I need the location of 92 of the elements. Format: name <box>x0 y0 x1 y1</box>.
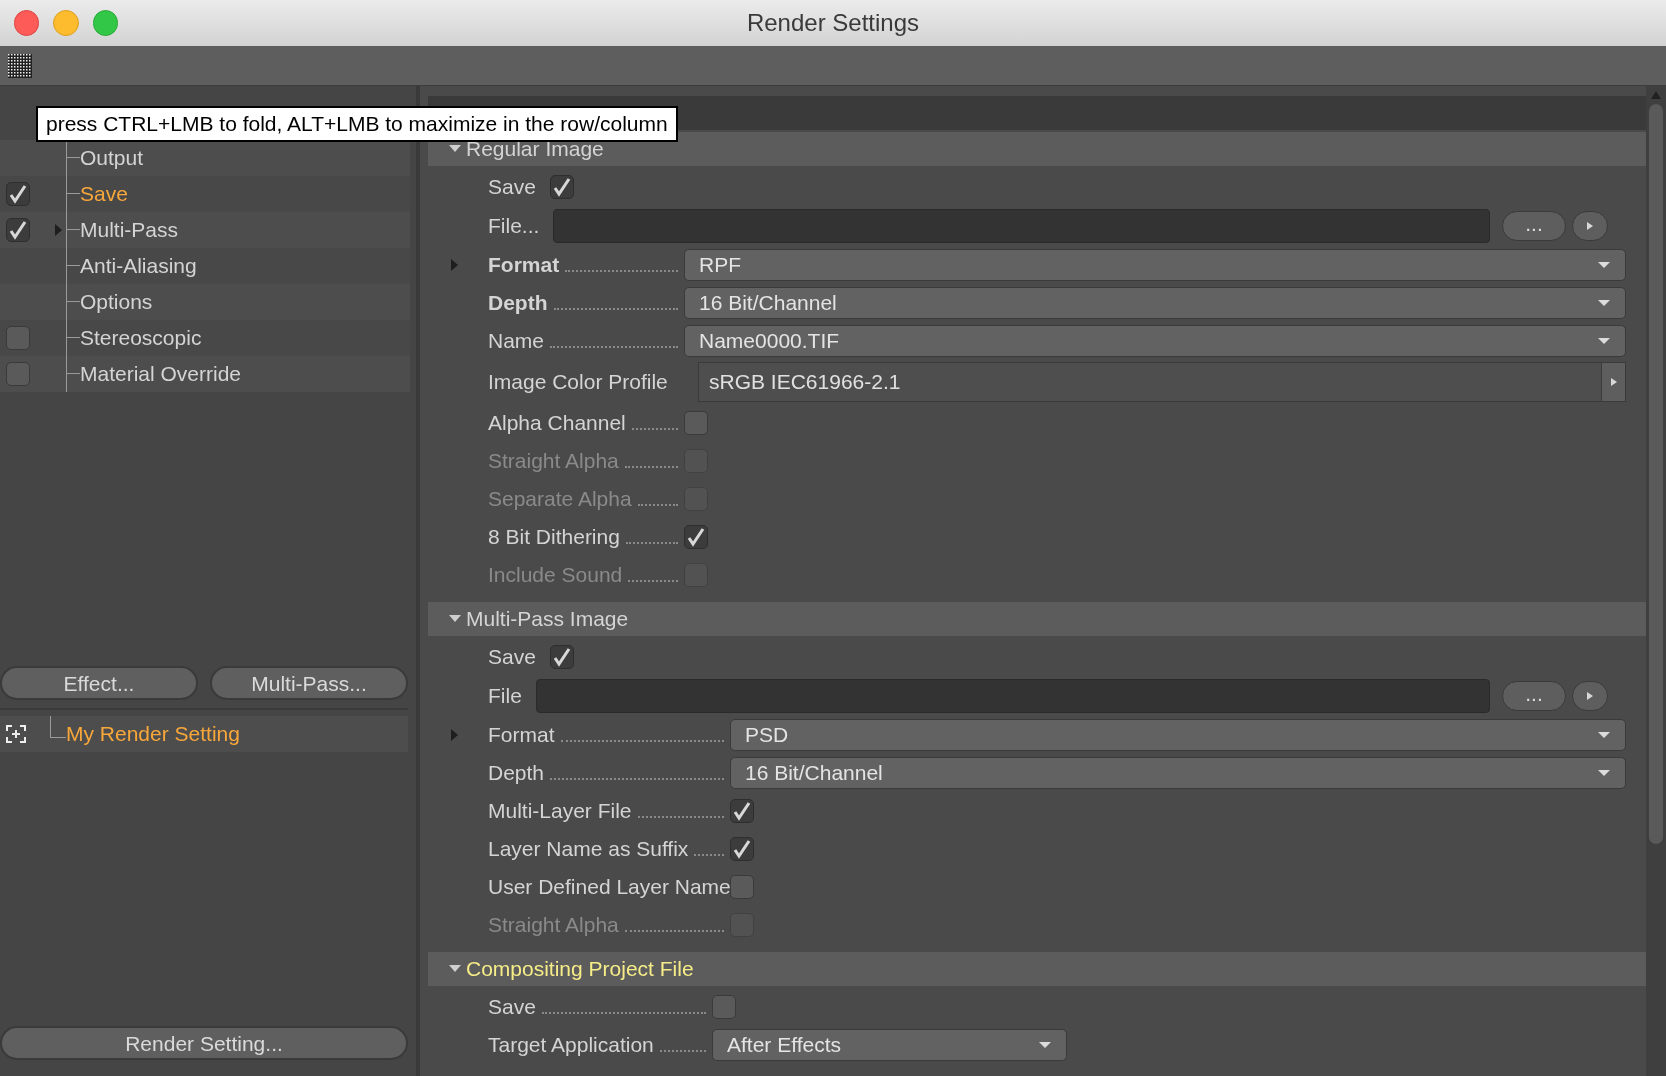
dropdown-arrow-icon <box>1597 731 1611 739</box>
section-title: Multi-Pass Image <box>466 606 629 633</box>
setting-label: File <box>488 683 522 710</box>
file-path-field[interactable] <box>535 679 1490 713</box>
scrollbar[interactable] <box>1646 86 1666 1076</box>
checkbox[interactable] <box>549 175 574 199</box>
setting-label: Depth <box>488 760 545 787</box>
scroll-up-icon[interactable] <box>1650 90 1662 100</box>
setting-label: Format <box>488 252 560 279</box>
expand-icon[interactable] <box>450 258 460 272</box>
collapse-icon[interactable] <box>448 144 462 154</box>
window-title: Render Settings <box>746 8 920 38</box>
zoom-button[interactable] <box>92 10 118 36</box>
profile-field[interactable]: sRGB IEC61966-2.1 <box>698 362 1626 402</box>
file-path-field[interactable] <box>553 209 1490 243</box>
setting-label: Save <box>488 174 536 201</box>
setting-label: Save <box>488 644 536 671</box>
setting-label: Target Application <box>488 1032 654 1059</box>
setting-label: Include Sound <box>488 562 623 589</box>
setting-label: Save <box>488 994 536 1021</box>
setting-label: Alpha Channel <box>488 410 626 437</box>
dropdown-arrow-icon <box>1597 769 1611 777</box>
checkbox[interactable] <box>6 326 30 350</box>
play-arrow-icon <box>1586 221 1594 231</box>
setting-label: Multi-Layer File <box>488 798 632 825</box>
panel-button[interactable]: Effect... <box>0 666 198 700</box>
setting-label: Separate Alpha <box>488 486 632 513</box>
checkbox[interactable] <box>684 525 708 549</box>
tree-item-label[interactable]: Anti-Aliasing <box>80 250 197 282</box>
arrow-button[interactable] <box>1572 211 1608 241</box>
arrow-button[interactable] <box>1572 681 1608 711</box>
render-setting-button[interactable]: Render Setting... <box>0 1026 408 1060</box>
dropdown[interactable]: 16 Bit/Channel <box>684 287 1626 319</box>
browse-button[interactable]: ... <box>1502 681 1566 711</box>
dropdown[interactable]: RPF <box>684 249 1626 281</box>
section-header[interactable]: Compositing Project File <box>428 952 1646 986</box>
setting-label: Image Color Profile <box>488 369 669 396</box>
grid-icon[interactable] <box>8 53 32 78</box>
setting-label: User Defined Layer Name <box>488 874 731 901</box>
browse-button[interactable]: ... <box>1502 211 1566 241</box>
tree-item-label[interactable]: Stereoscopic <box>80 322 202 354</box>
checkbox[interactable] <box>6 218 30 242</box>
collapse-icon[interactable] <box>448 614 462 624</box>
setting-label: Depth <box>488 290 548 317</box>
setting-row[interactable]: My Render Setting <box>0 716 408 752</box>
setting-label: 8 Bit Dithering <box>488 524 620 551</box>
dropdown-arrow-icon <box>1038 1041 1052 1049</box>
tree-row[interactable]: Output <box>0 140 410 176</box>
checkbox[interactable] <box>712 995 736 1019</box>
setting-label: Format <box>488 722 555 749</box>
setting-label: Name <box>488 328 545 355</box>
dropdown[interactable]: PSD <box>730 719 1626 751</box>
tree-item-label[interactable]: Material Override <box>80 358 242 390</box>
setting-label: Layer Name as Suffix <box>488 836 689 863</box>
checkbox[interactable] <box>6 362 30 386</box>
checkbox[interactable] <box>549 645 574 669</box>
checkbox[interactable] <box>6 182 30 206</box>
play-arrow-icon <box>1609 377 1618 387</box>
setting-label: Straight Alpha <box>488 448 619 475</box>
dropdown-arrow-icon <box>1597 299 1611 307</box>
setting-item-label[interactable]: My Render Setting <box>66 718 240 750</box>
close-button[interactable] <box>14 10 40 36</box>
tree-item-label[interactable]: Multi-Pass <box>80 214 179 246</box>
checkbox[interactable] <box>730 799 754 823</box>
tree-row[interactable]: Options <box>0 284 410 320</box>
expand-icon[interactable] <box>450 728 460 742</box>
dropdown[interactable]: Name0000.TIF <box>684 325 1626 357</box>
checkbox[interactable] <box>730 875 754 899</box>
collapse-icon[interactable] <box>448 964 462 974</box>
expand-icon[interactable] <box>54 223 64 237</box>
setting-label: Straight Alpha <box>488 912 619 939</box>
tree-item-label[interactable]: Output <box>80 142 144 174</box>
section-title: Compositing Project File <box>466 956 694 983</box>
tree-item-label[interactable]: Options <box>80 286 153 318</box>
checkbox[interactable] <box>684 411 708 435</box>
minimize-button[interactable] <box>53 10 79 36</box>
focus-icon[interactable] <box>6 725 26 743</box>
section-header[interactable]: Multi-Pass Image <box>428 602 1646 636</box>
tree-row[interactable]: Multi-Pass <box>0 212 410 248</box>
tooltip: press CTRL+LMB to fold, ALT+LMB to maximize in the row/column <box>36 106 678 142</box>
play-arrow-icon <box>1586 691 1594 701</box>
tree-item-label[interactable]: Save <box>80 178 128 210</box>
dropdown[interactable]: After Effects <box>712 1029 1067 1061</box>
checkbox[interactable] <box>730 837 754 861</box>
dropdown-arrow-icon <box>1597 337 1611 345</box>
profile-menu-icon[interactable] <box>1601 363 1625 401</box>
section-header[interactable]: Regular Image <box>428 132 1646 166</box>
setting-label: File... <box>488 213 540 240</box>
dropdown[interactable]: 16 Bit/Channel <box>730 757 1626 789</box>
dropdown-arrow-icon <box>1597 261 1611 269</box>
panel-button[interactable]: Multi-Pass... <box>210 666 408 700</box>
tree-row[interactable]: Material Override <box>0 356 410 392</box>
